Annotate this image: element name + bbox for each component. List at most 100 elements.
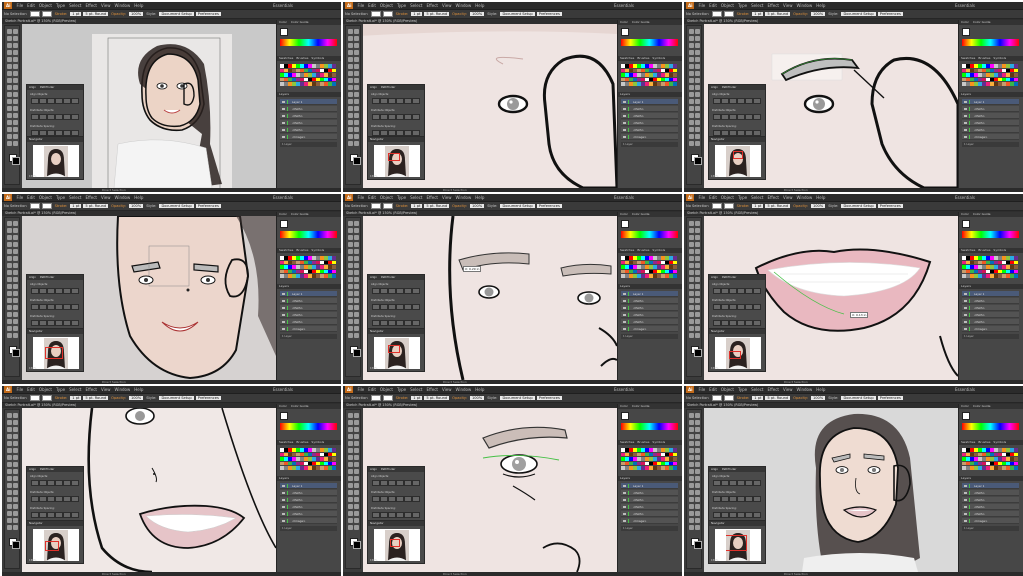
tool-icon[interactable] bbox=[7, 469, 12, 474]
color-swatch[interactable] bbox=[974, 73, 978, 77]
color-swatch[interactable] bbox=[645, 457, 649, 461]
color-swatch[interactable] bbox=[641, 269, 645, 273]
tool-icon[interactable] bbox=[695, 249, 700, 254]
visibility-eye-icon[interactable] bbox=[282, 129, 285, 131]
tool-icon[interactable] bbox=[695, 518, 700, 523]
tool-icon[interactable] bbox=[348, 441, 353, 446]
color-swatch[interactable] bbox=[669, 461, 673, 465]
menu-item-view[interactable]: View bbox=[442, 386, 452, 393]
tool-icon[interactable] bbox=[13, 92, 18, 97]
color-swatch[interactable] bbox=[641, 461, 645, 465]
color-swatch[interactable] bbox=[629, 265, 633, 269]
navigator-title[interactable]: Navigator bbox=[27, 521, 83, 526]
tool-icon[interactable] bbox=[13, 235, 18, 240]
color-swatch[interactable] bbox=[320, 77, 324, 81]
color-swatch[interactable] bbox=[316, 68, 320, 72]
color-swatch[interactable] bbox=[316, 274, 320, 278]
color-swatch[interactable] bbox=[990, 269, 994, 273]
color-swatch[interactable] bbox=[320, 82, 324, 86]
preferences-button[interactable]: Preferences bbox=[195, 12, 221, 16]
menu-item-view[interactable]: View bbox=[101, 386, 111, 393]
color-swatch[interactable] bbox=[649, 82, 653, 86]
brush-definition-field[interactable]: 5 pt. Round bbox=[424, 396, 450, 400]
tool-icon[interactable] bbox=[354, 518, 359, 523]
stroke-swatch[interactable] bbox=[41, 395, 52, 401]
color-swatch[interactable] bbox=[292, 68, 296, 72]
color-swatch[interactable] bbox=[312, 64, 316, 68]
visibility-eye-icon[interactable] bbox=[282, 101, 285, 103]
panel-tab[interactable]: Brushes bbox=[978, 440, 990, 444]
color-swatch[interactable] bbox=[657, 457, 661, 461]
tool-icon[interactable] bbox=[7, 242, 12, 247]
layer-row[interactable]: <Image> bbox=[621, 134, 678, 140]
color-swatch[interactable] bbox=[962, 77, 966, 81]
tool-icon[interactable] bbox=[689, 228, 694, 233]
color-swatch[interactable] bbox=[994, 256, 998, 260]
color-swatch[interactable] bbox=[280, 457, 284, 461]
tool-icon[interactable] bbox=[354, 78, 359, 83]
color-swatch[interactable] bbox=[300, 269, 304, 273]
preferences-button[interactable]: Preferences bbox=[536, 204, 562, 208]
tool-icon[interactable] bbox=[13, 141, 18, 146]
color-swatch[interactable] bbox=[641, 448, 645, 452]
color-swatch[interactable] bbox=[296, 448, 300, 452]
tool-icon[interactable] bbox=[7, 127, 12, 132]
navigator-thumbnail[interactable] bbox=[726, 146, 750, 177]
tool-icon[interactable] bbox=[689, 242, 694, 247]
tool-icon[interactable] bbox=[348, 413, 353, 418]
tool-icon[interactable] bbox=[7, 298, 12, 303]
tool-icon[interactable] bbox=[348, 78, 353, 83]
menu-item-type[interactable]: Type bbox=[397, 194, 406, 201]
color-swatch[interactable] bbox=[288, 265, 292, 269]
stroke-color-icon[interactable] bbox=[12, 349, 20, 357]
align-button[interactable] bbox=[737, 496, 745, 502]
color-swatch[interactable] bbox=[994, 269, 998, 273]
color-swatch[interactable] bbox=[324, 461, 328, 465]
stroke-label[interactable]: Stroke: bbox=[737, 10, 750, 18]
color-swatch[interactable] bbox=[665, 274, 669, 278]
color-swatch[interactable] bbox=[978, 260, 982, 264]
panel-tab[interactable]: Color Guide bbox=[291, 404, 309, 408]
color-swatch[interactable] bbox=[982, 77, 986, 81]
layer-row[interactable]: <Image> bbox=[280, 326, 337, 332]
color-swatch[interactable] bbox=[296, 260, 300, 264]
visibility-eye-icon[interactable] bbox=[282, 321, 285, 323]
color-swatch[interactable] bbox=[328, 64, 332, 68]
fill-stroke-icon[interactable] bbox=[621, 28, 629, 36]
align-button[interactable] bbox=[713, 496, 721, 502]
color-swatch[interactable] bbox=[1002, 452, 1006, 456]
color-swatch[interactable] bbox=[990, 448, 994, 452]
tool-icon[interactable] bbox=[7, 420, 12, 425]
color-swatch[interactable] bbox=[284, 68, 288, 72]
color-swatch[interactable] bbox=[324, 466, 328, 470]
tool-icon[interactable] bbox=[354, 476, 359, 481]
panel-tab[interactable]: Color bbox=[961, 20, 969, 24]
align-button[interactable] bbox=[412, 114, 420, 120]
tool-icon[interactable] bbox=[689, 291, 694, 296]
navigator-view-box[interactable] bbox=[729, 351, 741, 359]
align-button[interactable] bbox=[745, 288, 753, 294]
tool-icon[interactable] bbox=[354, 106, 359, 111]
tool-icon[interactable] bbox=[348, 511, 353, 516]
tool-icon[interactable] bbox=[7, 64, 12, 69]
color-swatch[interactable] bbox=[1014, 466, 1018, 470]
align-button[interactable] bbox=[388, 98, 396, 104]
tool-icon[interactable] bbox=[354, 120, 359, 125]
color-swatch[interactable] bbox=[328, 452, 332, 456]
tool-icon[interactable] bbox=[689, 221, 694, 226]
tool-icon[interactable] bbox=[13, 71, 18, 76]
visibility-eye-icon[interactable] bbox=[282, 108, 285, 110]
menu-item-object[interactable]: Object bbox=[39, 194, 52, 201]
color-swatch[interactable] bbox=[621, 269, 625, 273]
menu-item-file[interactable]: File bbox=[698, 386, 705, 393]
color-swatch[interactable] bbox=[328, 82, 332, 86]
fill-stroke-icon[interactable] bbox=[962, 412, 970, 420]
visibility-eye-icon[interactable] bbox=[623, 108, 626, 110]
color-swatch[interactable] bbox=[978, 73, 982, 77]
tool-icon[interactable] bbox=[348, 29, 353, 34]
align-button[interactable] bbox=[721, 114, 729, 120]
color-swatch[interactable] bbox=[673, 77, 677, 81]
color-swatch[interactable] bbox=[332, 265, 336, 269]
color-swatch[interactable] bbox=[645, 452, 649, 456]
color-swatch[interactable] bbox=[649, 269, 653, 273]
